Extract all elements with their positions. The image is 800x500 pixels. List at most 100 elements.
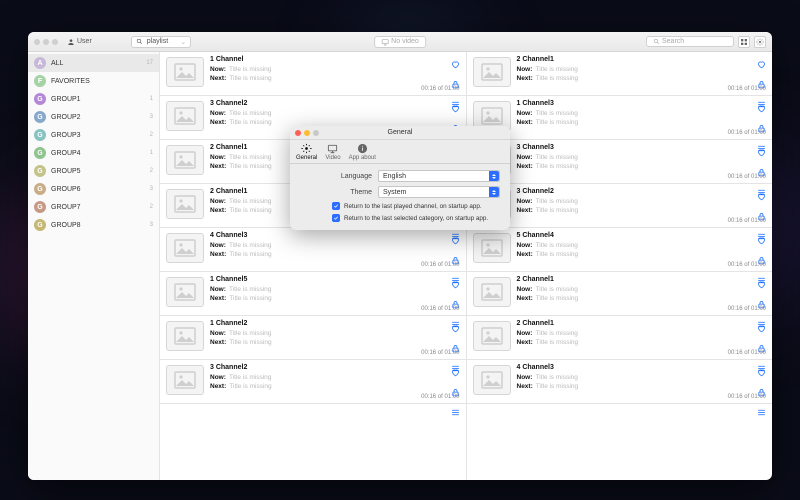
channel-cell[interactable]: 2 Channel1Now:Title is missingNext:Title…	[467, 316, 773, 360]
channel-cell[interactable]: 3 Channel2Now:Title is missingNext:Title…	[467, 184, 773, 228]
toolbar: User playlist ⌄ No video Search	[28, 32, 772, 52]
now-value: Title is missing	[536, 374, 578, 382]
channel-title: 1 Channel	[210, 56, 458, 65]
sidebar-item-group8[interactable]: GGROUP83	[28, 216, 159, 234]
preferences-modal: General General Video App about Language…	[290, 126, 510, 230]
next-value: Title is missing	[536, 295, 578, 303]
channel-cell[interactable]: 3 Channel2Now:Title is missingNext:Title…	[160, 360, 466, 404]
group-badge: G	[34, 111, 46, 123]
favorite-button[interactable]	[451, 232, 460, 250]
channel-cell[interactable]: 1 Channel3Now:Title is missingNext:Title…	[467, 96, 773, 140]
sidebar-item-group6[interactable]: GGROUP63	[28, 180, 159, 198]
sidebar-item-group7[interactable]: GGROUP72	[28, 198, 159, 216]
group-badge: G	[34, 93, 46, 105]
channel-title: 3 Channel2	[210, 364, 458, 373]
next-value: Title is missing	[536, 119, 578, 127]
next-value: Title is missing	[536, 251, 578, 259]
sidebar-item-all[interactable]: AALL17	[28, 54, 159, 72]
channel-cell[interactable]: 5 Channel4Now:Title is missingNext:Title…	[467, 228, 773, 272]
sidebar-item-group1[interactable]: GGROUP11	[28, 90, 159, 108]
channel-cell[interactable]: 2 Channel1Now:Title is missingNext:Title…	[467, 52, 773, 96]
window-controls[interactable]	[34, 39, 58, 45]
chevron-updown-icon	[489, 171, 499, 181]
sidebar-item-group2[interactable]: GGROUP23	[28, 108, 159, 126]
theme-select[interactable]: System	[378, 186, 500, 198]
favorite-button[interactable]	[757, 364, 766, 382]
list-button[interactable]	[757, 404, 766, 422]
now-label: Now:	[517, 330, 533, 338]
channel-cell[interactable]: 4 Channel3Now:Title is missingNext:Title…	[160, 228, 466, 272]
next-value: Title is missing	[229, 383, 271, 391]
tab-video[interactable]: Video	[325, 143, 340, 161]
channel-title: 2 Channel1	[517, 276, 765, 285]
channel-cell[interactable]: 1 Channel2Now:Title is missingNext:Title…	[160, 316, 466, 360]
favorite-button[interactable]	[451, 364, 460, 382]
now-label: Now:	[210, 110, 226, 118]
sidebar-item-group4[interactable]: GGROUP41	[28, 144, 159, 162]
next-label: Next:	[210, 295, 226, 303]
next-value: Title is missing	[536, 75, 578, 83]
channel-cell[interactable]: 2 Channel1Now:Title is missingNext:Title…	[467, 272, 773, 316]
modal-titlebar: General	[290, 126, 510, 140]
sidebar-item-count: 3	[150, 222, 153, 228]
next-value: Title is missing	[229, 207, 271, 215]
favorite-button[interactable]	[451, 320, 460, 338]
next-value: Title is missing	[229, 339, 271, 347]
next-value: Title is missing	[229, 119, 271, 127]
layout-button[interactable]	[738, 36, 750, 48]
favorite-button[interactable]	[757, 188, 766, 206]
channel-cell[interactable]: 4 Channel3Now:Title is missingNext:Title…	[467, 360, 773, 404]
next-value: Title is missing	[229, 163, 271, 171]
theme-label: Theme	[300, 189, 372, 196]
modal-window-controls[interactable]	[295, 130, 319, 136]
channel-title: 2 Channel1	[517, 320, 765, 329]
next-value: Title is missing	[229, 75, 271, 83]
timecode: 00:16 of 01:00	[728, 306, 766, 312]
sidebar-item-favorites[interactable]: FFAVORITES	[28, 72, 159, 90]
sidebar-item-group3[interactable]: GGROUP32	[28, 126, 159, 144]
sidebar-item-label: GROUP1	[51, 96, 81, 103]
channel-title: 3 Channel2	[517, 188, 765, 197]
startup-last-category-checkbox[interactable]: Return to the last selected category, on…	[300, 214, 500, 222]
thumbnail	[473, 277, 511, 307]
sidebar-item-group5[interactable]: GGROUP52	[28, 162, 159, 180]
user-icon	[67, 38, 75, 46]
favorite-button[interactable]	[451, 100, 460, 118]
next-label: Next:	[517, 251, 533, 259]
next-label: Next:	[210, 339, 226, 347]
list-button[interactable]	[451, 404, 460, 422]
sidebar-item-count: 3	[150, 114, 153, 120]
favorite-button[interactable]	[451, 276, 460, 294]
settings-button[interactable]	[754, 36, 766, 48]
channel-title: 2 Channel1	[517, 56, 765, 65]
group-badge: G	[34, 147, 46, 159]
favorite-button[interactable]	[757, 276, 766, 294]
favorite-button[interactable]	[757, 232, 766, 250]
next-value: Title is missing	[229, 251, 271, 259]
language-label: Language	[300, 173, 372, 180]
favorite-button[interactable]	[757, 56, 766, 74]
tab-about[interactable]: App about	[349, 143, 376, 161]
tab-general[interactable]: General	[296, 143, 317, 161]
favorite-button[interactable]	[451, 56, 460, 74]
channel-title: 4 Channel3	[210, 232, 458, 241]
language-select[interactable]: English	[378, 170, 500, 182]
channel-cell[interactable]: 1 Channel5Now:Title is missingNext:Title…	[160, 272, 466, 316]
thumbnail	[166, 365, 204, 395]
favorite-button[interactable]	[757, 100, 766, 118]
now-label: Now:	[210, 374, 226, 382]
favorite-button[interactable]	[757, 144, 766, 162]
now-label: Now:	[210, 198, 226, 206]
next-label: Next:	[210, 383, 226, 391]
language-value: English	[383, 173, 406, 180]
user-menu[interactable]: User	[67, 38, 92, 46]
channel-cell[interactable]: 3 Channel3Now:Title is missingNext:Title…	[467, 140, 773, 184]
playlist-selector[interactable]: playlist ⌄	[131, 36, 191, 48]
startup-last-channel-checkbox[interactable]: Return to the last played channel, on st…	[300, 202, 500, 210]
sidebar-item-label: FAVORITES	[51, 78, 90, 85]
checkmark-icon	[332, 214, 340, 222]
now-playing-pill[interactable]: No video	[374, 36, 426, 48]
channel-cell[interactable]: 1 ChannelNow:Title is missingNext:Title …	[160, 52, 466, 96]
favorite-button[interactable]	[757, 320, 766, 338]
search-input[interactable]: Search	[646, 36, 734, 47]
